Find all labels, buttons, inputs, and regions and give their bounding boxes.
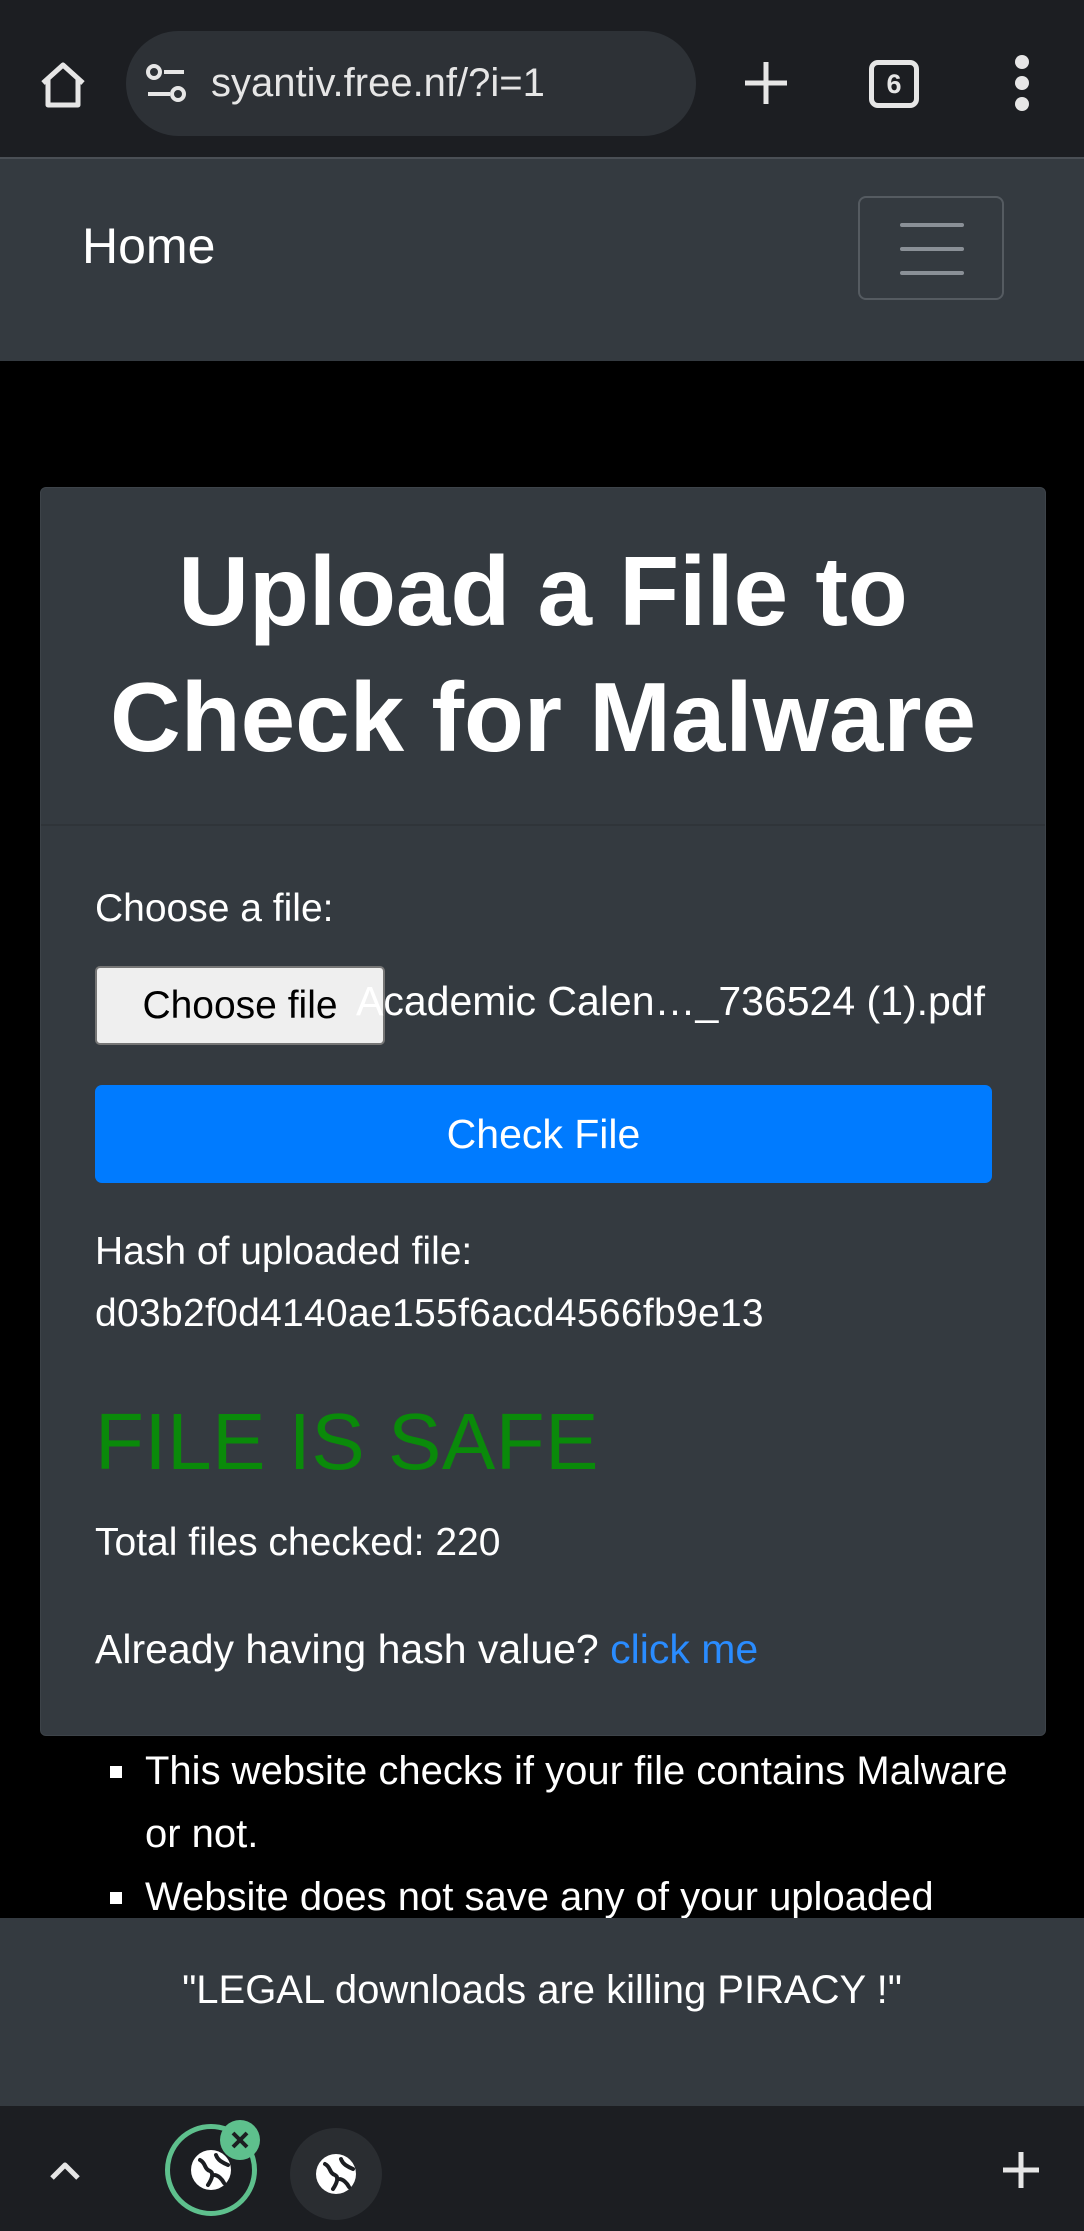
new-tab-button[interactable] — [733, 50, 799, 116]
click-me-link[interactable]: click me — [610, 1626, 758, 1672]
inactive-tab-button[interactable] — [290, 2128, 382, 2220]
scan-result: FILE IS SAFE — [95, 1397, 599, 1486]
title-line-1: Upload a File to — [178, 536, 908, 646]
footer-quote: "LEGAL downloads are killing PIRACY !" — [182, 1968, 902, 2012]
close-tab-button[interactable] — [220, 2120, 260, 2160]
title-line-2: Check for Malware — [110, 662, 976, 772]
card-header: Upload a File to Check for Malware — [41, 488, 1045, 826]
more-vert-icon — [1015, 55, 1029, 69]
plus-icon — [745, 62, 787, 104]
hash-value: d03b2f0d4140ae155f6acd4566fb9e13 — [95, 1292, 764, 1335]
site-settings-icon[interactable] — [144, 61, 194, 107]
hash-label: Hash of uploaded file: — [95, 1230, 473, 1273]
home-button[interactable] — [30, 52, 96, 118]
expand-tabs-button[interactable] — [40, 2146, 90, 2196]
url-text: syantiv.free.nf/?i=1 — [211, 61, 545, 105]
home-icon — [41, 62, 85, 108]
site-navbar: Home — [0, 157, 1084, 361]
info-list: This website checks if your file contain… — [110, 1740, 1010, 1929]
hash-lookup-text: Already having hash value? — [95, 1626, 599, 1672]
globe-icon — [316, 2154, 356, 2194]
tab-count: 6 — [886, 68, 902, 99]
tab-switcher-button[interactable]: 6 — [869, 60, 919, 108]
browser-menu-button[interactable] — [1000, 55, 1044, 111]
add-tab-button[interactable] — [995, 2144, 1047, 2196]
upload-card: Upload a File to Check for Malware Choos… — [40, 487, 1046, 1736]
chevron-up-icon — [50, 2162, 80, 2180]
address-bar[interactable]: syantiv.free.nf/?i=1 — [126, 31, 696, 136]
nav-home-link[interactable]: Home — [82, 217, 215, 275]
page-title: Upload a File to Check for Malware — [41, 528, 1045, 780]
site-footer: "LEGAL downloads are killing PIRACY !" — [0, 1918, 1084, 2106]
selected-file-name: Academic Calen…_736524 (1).pdf — [356, 978, 986, 1024]
browser-bottom-bar — [0, 2106, 1084, 2231]
choose-file-label: Choose a file: — [95, 887, 334, 930]
close-icon — [231, 2131, 249, 2149]
total-files-checked: Total files checked: 220 — [95, 1521, 501, 1564]
check-file-button[interactable]: Check File — [95, 1085, 992, 1183]
hamburger-icon — [900, 223, 964, 227]
choose-file-button[interactable]: Choose file — [95, 966, 385, 1045]
plus-icon — [1003, 2152, 1039, 2188]
screen: syantiv.free.nf/?i=1 6 Home Upload a Fil… — [0, 0, 1084, 2231]
browser-toolbar: syantiv.free.nf/?i=1 6 — [0, 0, 1084, 157]
list-item: This website checks if your file contain… — [110, 1740, 1010, 1866]
navbar-toggler-button[interactable] — [858, 196, 1004, 300]
hash-lookup-prompt: Already having hash value? click me — [95, 1626, 758, 1673]
